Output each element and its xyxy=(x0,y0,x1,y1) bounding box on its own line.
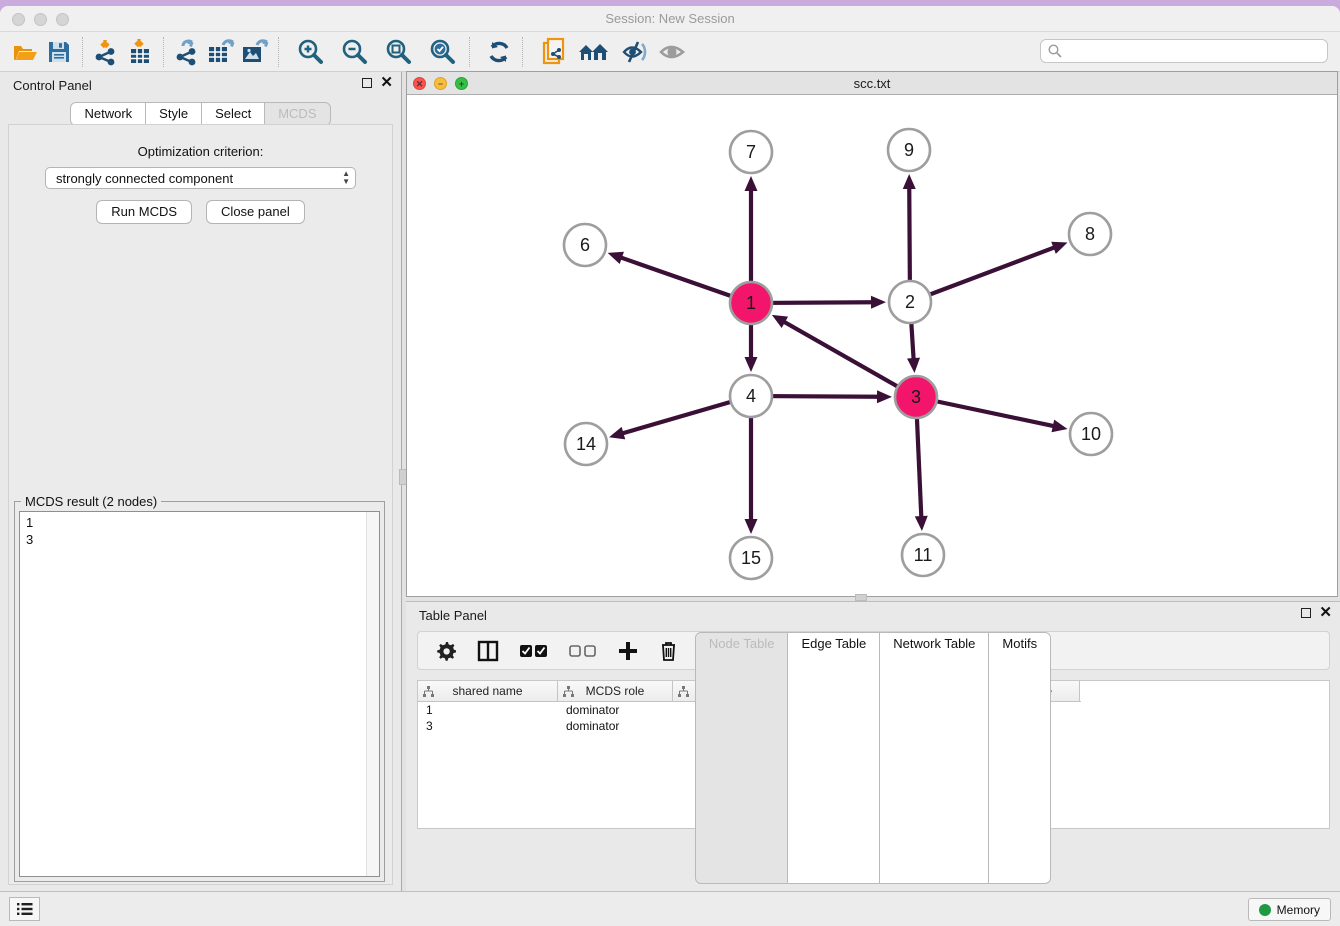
graph-edge-arrowhead xyxy=(907,358,920,373)
tab-edge-table[interactable]: Edge Table xyxy=(787,632,880,884)
window-title: Session: New Session xyxy=(0,11,1340,26)
tab-motifs[interactable]: Motifs xyxy=(988,632,1051,884)
search-icon xyxy=(1047,43,1063,59)
toolbar-separator xyxy=(469,37,470,67)
graph-node-label: 15 xyxy=(741,548,761,568)
result-scrollbar[interactable] xyxy=(366,512,379,876)
zoom-in-icon[interactable] xyxy=(293,36,327,68)
graph-edge-arrowhead xyxy=(745,519,758,534)
show-all-networks-icon[interactable] xyxy=(577,36,611,68)
close-table-panel-icon[interactable]: ✕ xyxy=(1319,607,1332,619)
table-panel-title: Table Panel xyxy=(419,608,487,623)
tab-node-table[interactable]: Node Table xyxy=(695,632,789,884)
graph-node-label: 1 xyxy=(746,293,756,313)
graph-node-label: 2 xyxy=(905,292,915,312)
control-panel: Control Panel ✕ NetworkStyleSelectMCDS O… xyxy=(0,72,402,891)
graph-node-label: 9 xyxy=(904,140,914,160)
export-image-icon[interactable] xyxy=(238,36,272,68)
graph-node-label: 7 xyxy=(746,142,756,162)
show-hidden-icon[interactable] xyxy=(655,36,689,68)
graph-edge-arrowhead xyxy=(1051,242,1067,254)
network-view-window: ✕ − + scc.txt 7 9 6 8 1 2 4 3 14 10 15 11 xyxy=(406,71,1338,597)
graph-edge-arrowhead xyxy=(608,252,624,264)
graph-edge-arrowhead xyxy=(1051,420,1067,433)
graph-node-label: 4 xyxy=(746,386,756,406)
table-tabs: Node TableEdge TableNetwork TableMotifs xyxy=(406,632,1340,884)
save-session-icon[interactable] xyxy=(42,36,76,68)
graph-node-label: 10 xyxy=(1081,424,1101,444)
graph-node-label: 11 xyxy=(914,545,933,565)
open-session-icon[interactable] xyxy=(8,36,42,68)
graph-edge-arrowhead xyxy=(903,174,916,189)
tab-network-table[interactable]: Network Table xyxy=(879,632,989,884)
memory-label: Memory xyxy=(1277,903,1320,917)
mcds-result-text[interactable]: 1 3 xyxy=(19,511,380,877)
graph-node-label: 3 xyxy=(911,387,921,407)
float-panel-icon[interactable] xyxy=(362,78,372,88)
titlebar: Session: New Session xyxy=(0,6,1340,32)
memory-status-icon xyxy=(1259,904,1271,916)
toolbar-separator xyxy=(522,37,523,67)
close-panel-button[interactable]: Close panel xyxy=(206,200,305,224)
network-canvas[interactable]: 7 9 6 8 1 2 4 3 14 10 15 11 xyxy=(407,95,1337,596)
graph-edge-arrowhead xyxy=(915,516,928,531)
network-titlebar: ✕ − + scc.txt xyxy=(407,72,1337,95)
graph-node-label: 8 xyxy=(1085,224,1095,244)
status-bar: Memory xyxy=(0,891,1340,926)
dropdown-chevrons-icon: ▲▼ xyxy=(342,170,350,186)
zoom-selected-icon[interactable] xyxy=(425,36,459,68)
memory-button[interactable]: Memory xyxy=(1248,898,1331,921)
float-table-panel-icon[interactable] xyxy=(1301,608,1311,618)
toolbar-separator xyxy=(163,37,164,67)
control-panel-title: Control Panel xyxy=(13,78,92,93)
list-icon xyxy=(17,902,33,916)
dropdown-value: strongly connected component xyxy=(56,171,233,186)
graph-edge-2-8[interactable] xyxy=(910,247,1055,302)
graph-edge-arrowhead xyxy=(877,390,892,403)
graph-node-label: 6 xyxy=(580,235,590,255)
import-table-icon[interactable] xyxy=(123,36,157,68)
export-table-icon[interactable] xyxy=(204,36,238,68)
graph-node-label: 14 xyxy=(576,434,596,454)
graph-edge-arrowhead xyxy=(745,176,758,191)
optimization-criterion-label: Optimization criterion: xyxy=(9,144,392,159)
refresh-icon[interactable] xyxy=(482,36,516,68)
tab-select[interactable]: Select xyxy=(201,102,265,126)
graph-edge-3-1[interactable] xyxy=(783,321,916,397)
tab-mcds[interactable]: MCDS xyxy=(264,102,330,126)
hide-selected-icon[interactable] xyxy=(617,36,651,68)
control-panel-tabs: NetworkStyleSelectMCDS xyxy=(0,102,401,126)
search-input[interactable] xyxy=(1063,44,1327,58)
graph-edge-arrowhead xyxy=(745,357,758,372)
optimization-criterion-dropdown[interactable]: strongly connected component ▲▼ xyxy=(45,167,356,189)
table-panel: Table Panel ✕ f(x) shared nameMCDS roles… xyxy=(406,601,1340,891)
toolbar-separator xyxy=(82,37,83,67)
zoom-out-icon[interactable] xyxy=(337,36,371,68)
graph-edge-arrowhead xyxy=(871,296,886,309)
import-network-icon[interactable] xyxy=(89,36,123,68)
run-mcds-button[interactable]: Run MCDS xyxy=(96,200,192,224)
tab-style[interactable]: Style xyxy=(145,102,202,126)
app-window: Session: New Session xyxy=(0,6,1340,926)
main-toolbar xyxy=(0,32,1340,72)
mcds-result-group: MCDS result (2 nodes) 1 3 xyxy=(14,501,385,882)
zoom-fit-icon[interactable] xyxy=(381,36,415,68)
horizontal-splitter-handle[interactable] xyxy=(855,594,867,601)
network-graph[interactable]: 7 9 6 8 1 2 4 3 14 10 15 11 xyxy=(407,95,1337,596)
clone-network-icon[interactable] xyxy=(537,36,571,68)
network-title: scc.txt xyxy=(407,76,1337,91)
export-network-icon[interactable] xyxy=(170,36,204,68)
mcds-tab-content: Optimization criterion: strongly connect… xyxy=(8,124,393,885)
mcds-result-title: MCDS result (2 nodes) xyxy=(21,494,161,509)
graph-edge-arrowhead xyxy=(609,427,625,439)
toolbar-separator xyxy=(278,37,279,67)
task-history-button[interactable] xyxy=(9,897,40,921)
close-panel-icon[interactable]: ✕ xyxy=(380,77,393,89)
tab-network[interactable]: Network xyxy=(70,102,146,126)
search-box[interactable] xyxy=(1040,39,1328,63)
